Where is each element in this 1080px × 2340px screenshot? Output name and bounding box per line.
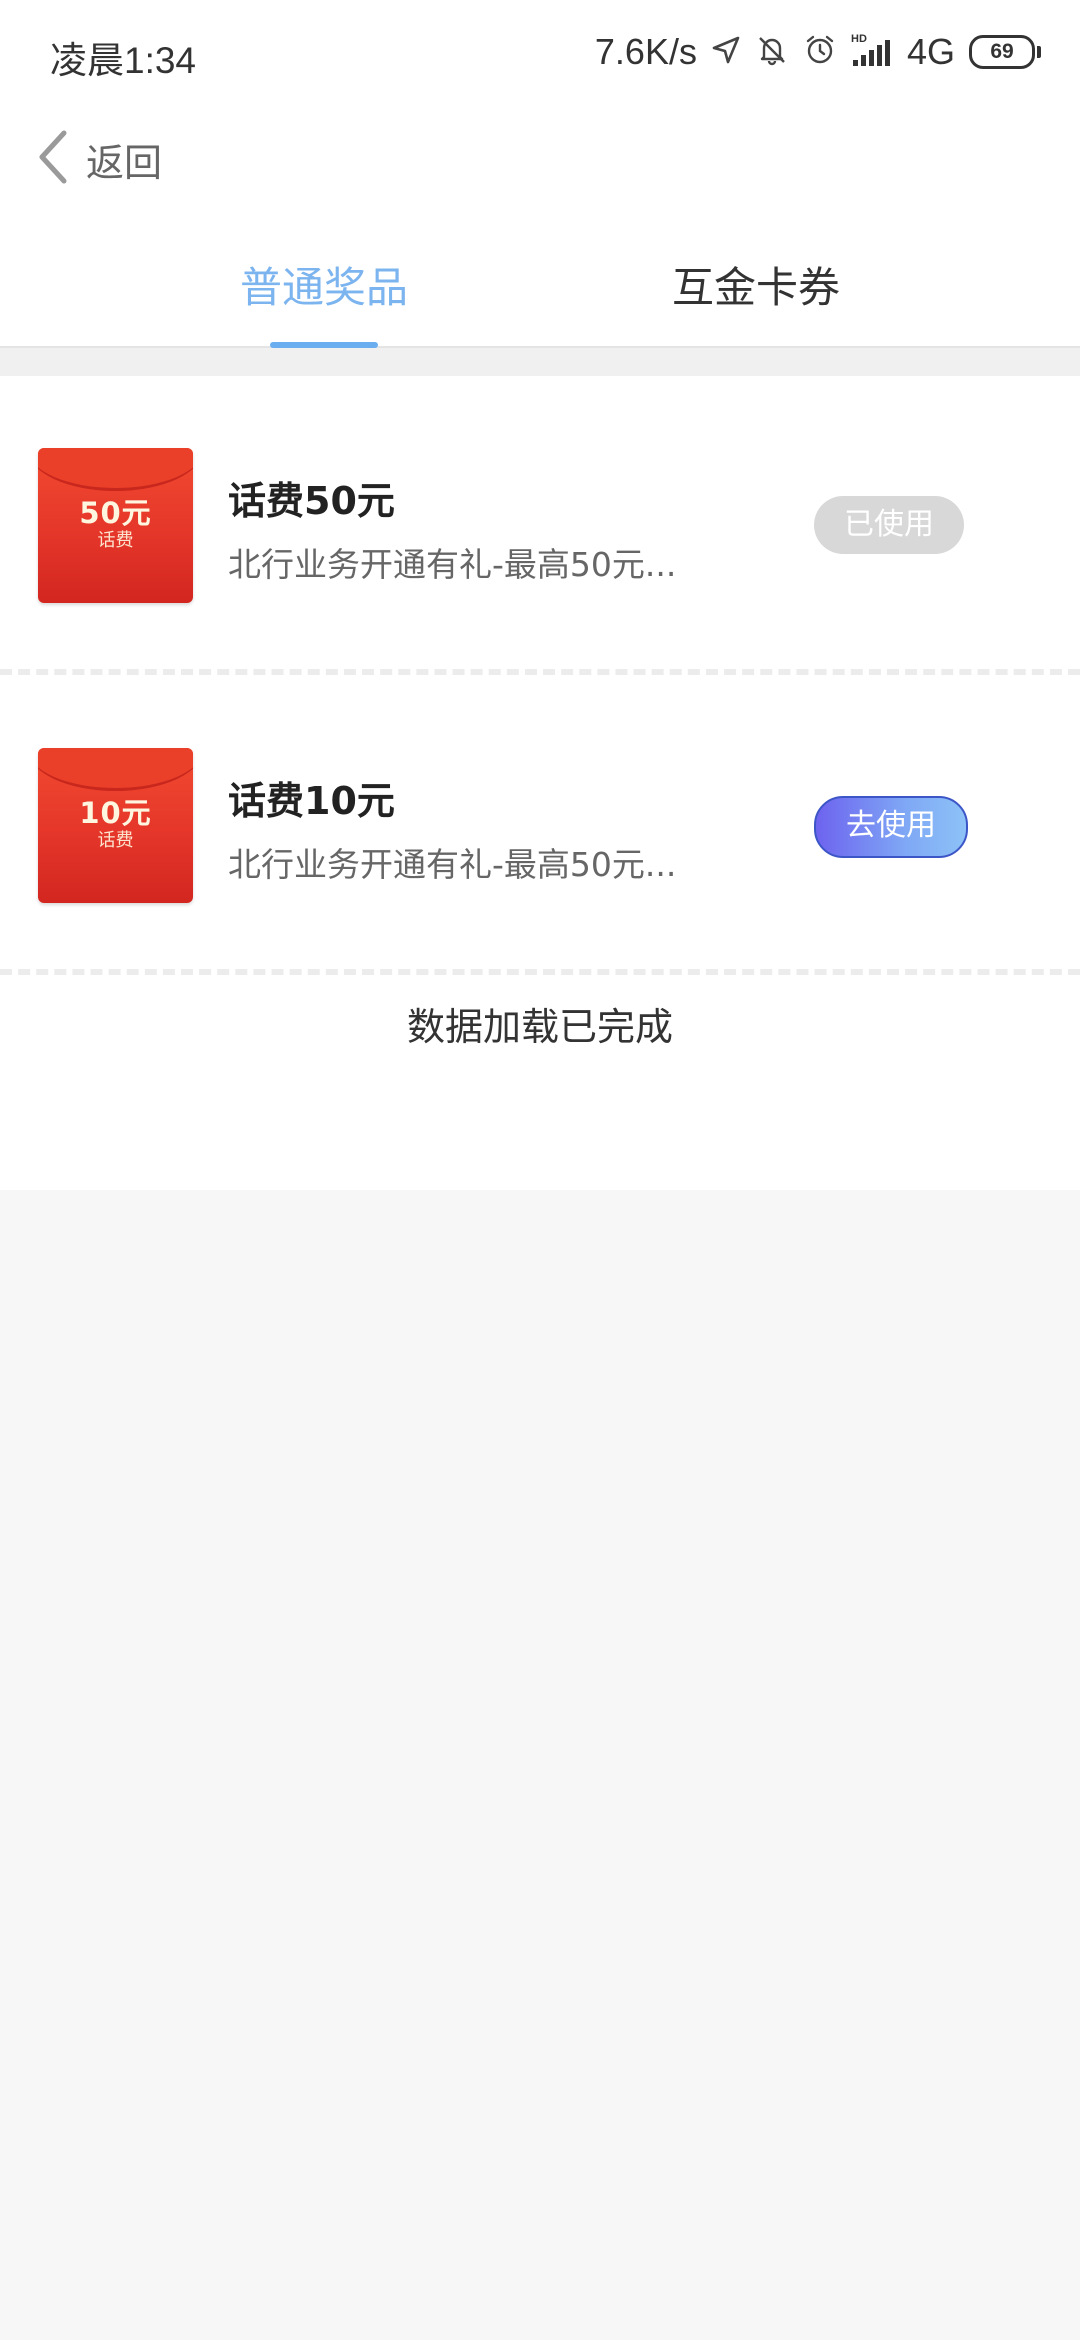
red-packet-icon: 50元 话费 xyxy=(38,448,193,603)
tab-regular-prizes[interactable]: 普通奖品 xyxy=(240,254,408,315)
location-icon xyxy=(711,35,741,70)
tab-finance-coupons[interactable]: 互金卡券 xyxy=(672,254,840,315)
net-speed: 7.6K/s xyxy=(594,31,697,72)
item-description: 北行业务开通有礼-最高50元... xyxy=(228,845,677,884)
red-packet-icon: 10元 话费 xyxy=(38,748,193,903)
red-packet-label: 话费 xyxy=(97,830,134,851)
used-button[interactable]: 已使用 xyxy=(814,496,964,554)
red-packet-flap xyxy=(38,448,193,491)
item-title: 话费50元 xyxy=(228,479,395,523)
back-label: 返回 xyxy=(86,140,163,185)
status-time: 凌晨1:34 xyxy=(50,40,197,81)
status-indicators: 7.6K/s HD 4G 69 xyxy=(594,26,1041,78)
list-item: 10元 话费 话费10元 北行业务开通有礼-最高50元... 去使用 xyxy=(0,676,1080,966)
network-type: 4G xyxy=(906,31,955,72)
svg-text:HD: HD xyxy=(851,33,867,45)
nav-bar: 返回 xyxy=(0,104,1080,214)
hd-signal-icon: HD xyxy=(851,32,893,73)
chevron-left-icon xyxy=(36,129,70,189)
alarm-icon xyxy=(803,33,837,72)
item-description: 北行业务开通有礼-最高50元... xyxy=(228,545,677,584)
red-packet-flap xyxy=(38,748,193,791)
section-gap xyxy=(0,348,1080,376)
item-title: 话费10元 xyxy=(228,779,395,823)
load-complete-text: 数据加载已完成 xyxy=(406,1005,673,1049)
battery-icon: 69 xyxy=(969,35,1041,69)
tab-bar: 普通奖品 互金卡券 xyxy=(0,214,1080,348)
status-bar: 凌晨1:34 7.6K/s HD 4G 69 xyxy=(0,0,1080,104)
dashed-divider xyxy=(0,969,1080,975)
prize-list: 50元 话费 话费50元 北行业务开通有礼-最高50元... 已使用 10元 话… xyxy=(0,376,1080,1190)
mute-icon xyxy=(755,33,789,72)
dashed-divider xyxy=(0,669,1080,675)
use-button[interactable]: 去使用 xyxy=(814,796,968,858)
back-button[interactable]: 返回 xyxy=(36,124,162,194)
red-packet-label: 话费 xyxy=(97,530,134,551)
battery-level: 69 xyxy=(990,40,1014,63)
list-item: 50元 话费 话费50元 北行业务开通有礼-最高50元... 已使用 xyxy=(0,376,1080,666)
